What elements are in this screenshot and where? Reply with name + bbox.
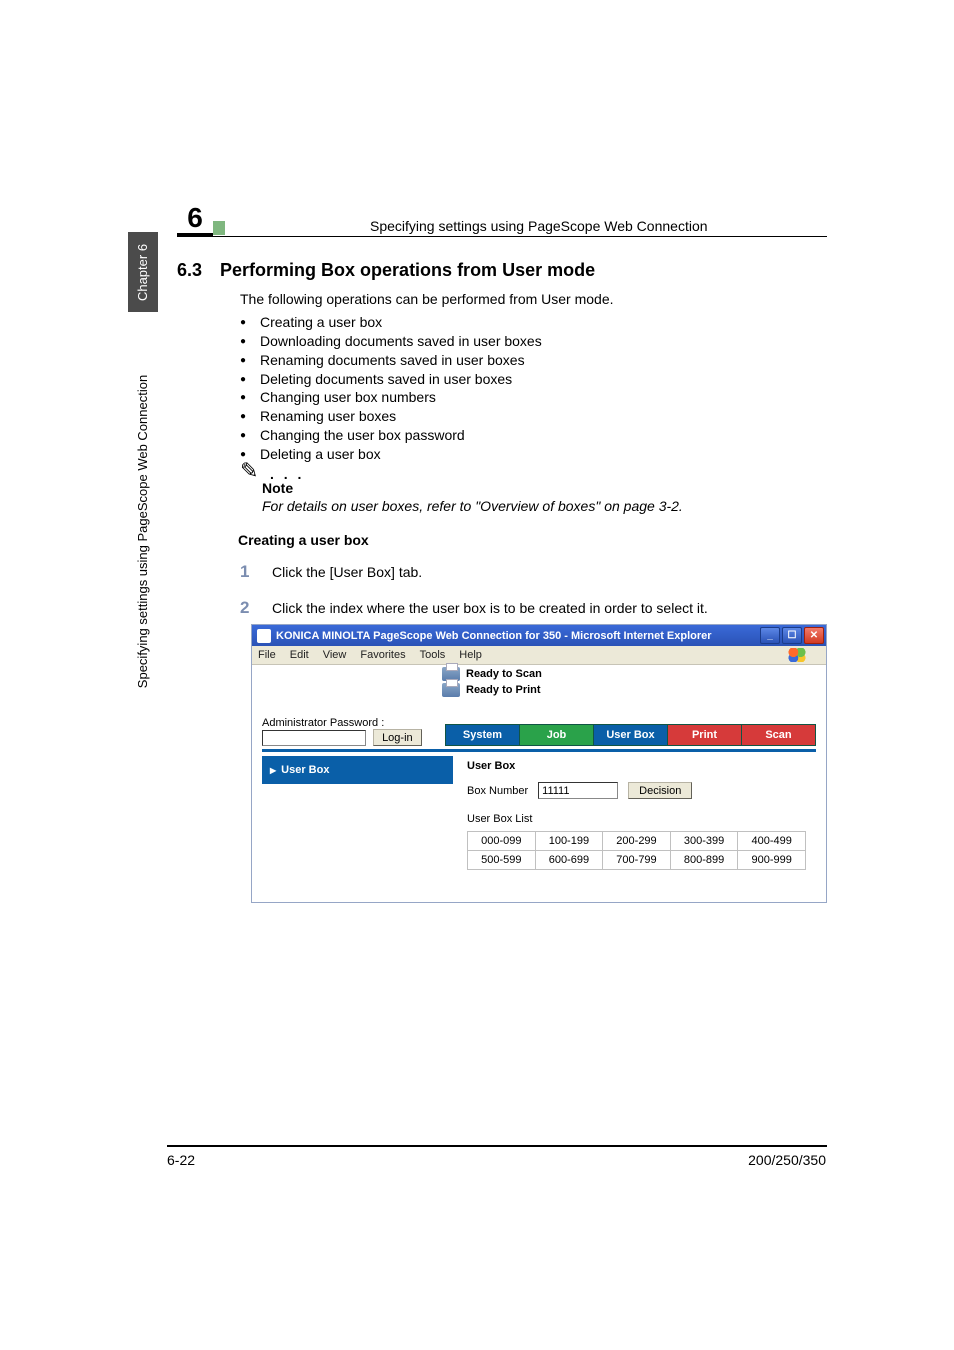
note-label: Note <box>262 480 293 496</box>
bullet-item: Downloading documents saved in user boxe… <box>240 332 825 351</box>
index-cell[interactable]: 000-099 <box>468 832 536 851</box>
bullet-item: Renaming documents saved in user boxes <box>240 351 825 370</box>
running-header: Specifying settings using PageScope Web … <box>370 218 708 234</box>
admin-password-row: Administrator Password : Log-in <box>262 717 437 746</box>
decision-button[interactable]: Decision <box>628 782 692 799</box>
sidebar: Chapter 6 Specifying settings using Page… <box>128 232 158 752</box>
status-block: Ready to Scan Ready to Print <box>262 667 816 697</box>
admin-password-input[interactable] <box>262 730 366 746</box>
index-cell[interactable]: 600-699 <box>535 851 603 870</box>
menu-edit[interactable]: Edit <box>290 649 309 661</box>
bullet-item: Deleting a user box <box>240 445 825 464</box>
chapter-label: Chapter 6 <box>136 243 151 300</box>
status-print: Ready to Print <box>442 683 816 697</box>
box-number-row: Box Number Decision <box>467 782 806 799</box>
header-rule <box>177 236 827 237</box>
side-vertical-title-text: Specifying settings using PageScope Web … <box>136 374 151 687</box>
tab-print[interactable]: Print <box>667 724 742 746</box>
section-title: Performing Box operations from User mode <box>220 260 595 281</box>
tab-underline <box>262 749 816 752</box>
step-number: 2 <box>240 598 252 618</box>
menu-bar: File Edit View Favorites Tools Help <box>252 646 826 665</box>
menu-help[interactable]: Help <box>459 649 482 661</box>
menu-favorites[interactable]: Favorites <box>360 649 405 661</box>
step-text: Click the index where the user box is to… <box>272 600 708 616</box>
embedded-screenshot: KONICA MINOLTA PageScope Web Connection … <box>251 624 827 903</box>
note-text: For details on user boxes, refer to "Ove… <box>262 498 827 514</box>
index-cell[interactable]: 200-299 <box>603 832 671 851</box>
menu-view[interactable]: View <box>323 649 347 661</box>
section-number: 6.3 <box>177 260 202 281</box>
section-intro: The following operations can be performe… <box>240 290 825 309</box>
index-cell[interactable]: 900-999 <box>738 851 806 870</box>
index-cell[interactable]: 100-199 <box>535 832 603 851</box>
admin-password-label: Administrator Password : <box>262 717 437 729</box>
footer-model: 200/250/350 <box>748 1152 826 1168</box>
tab-scan[interactable]: Scan <box>741 724 816 746</box>
index-cell[interactable]: 700-799 <box>603 851 671 870</box>
minimize-button[interactable]: _ <box>760 627 780 644</box>
note-icon: ✎ <box>240 458 258 484</box>
table-row: 500-599 600-699 700-799 800-899 900-999 <box>468 851 806 870</box>
chapter-number: 6 <box>177 200 213 236</box>
status-scan: Ready to Scan <box>442 667 816 681</box>
footer-page-number: 6-22 <box>167 1152 195 1168</box>
bullet-item: Creating a user box <box>240 313 825 332</box>
maximize-button[interactable]: ☐ <box>782 627 802 644</box>
step-1: 1 Click the [User Box] tab. <box>240 562 835 582</box>
section-body: The following operations can be performe… <box>240 290 825 464</box>
subheading: Creating a user box <box>238 532 369 548</box>
close-button[interactable]: ✕ <box>804 627 824 644</box>
login-button[interactable]: Log-in <box>373 729 422 746</box>
panel-title: User Box <box>467 760 806 772</box>
device-icon <box>442 683 460 697</box>
step-2: 2 Click the index where the user box is … <box>240 598 835 618</box>
chapter-tab: Chapter 6 <box>128 232 158 312</box>
main-tab-row: System Job User Box Print Scan <box>445 724 816 746</box>
tab-job[interactable]: Job <box>519 724 594 746</box>
index-page-table: 000-099 100-199 200-299 300-399 400-499 … <box>467 831 806 870</box>
bullet-list: Creating a user box Downloading document… <box>240 313 825 464</box>
step-text: Click the [User Box] tab. <box>272 564 422 580</box>
status-print-text: Ready to Print <box>466 684 541 696</box>
window-app-icon <box>257 629 271 643</box>
window-title: KONICA MINOLTA PageScope Web Connection … <box>276 630 712 642</box>
left-nav-label: User Box <box>281 764 329 776</box>
box-number-label: Box Number <box>467 785 528 797</box>
section-heading: 6.3 Performing Box operations from User … <box>177 260 595 281</box>
index-cell[interactable]: 800-899 <box>670 851 738 870</box>
status-scan-text: Ready to Scan <box>466 668 542 680</box>
step-number: 1 <box>240 562 252 582</box>
box-number-input[interactable] <box>538 782 618 799</box>
bullet-item: Changing user box numbers <box>240 388 825 407</box>
index-cell[interactable]: 500-599 <box>468 851 536 870</box>
menu-file[interactable]: File <box>258 649 276 661</box>
footer-rule <box>167 1145 827 1147</box>
user-box-list-label: User Box List <box>467 813 806 825</box>
side-vertical-title: Specifying settings using PageScope Web … <box>128 316 158 746</box>
chapter-green-accent <box>213 221 225 235</box>
menu-tools[interactable]: Tools <box>420 649 446 661</box>
index-cell[interactable]: 400-499 <box>738 832 806 851</box>
bullet-item: Renaming user boxes <box>240 407 825 426</box>
bullet-item: Deleting documents saved in user boxes <box>240 370 825 389</box>
left-nav-user-box[interactable]: User Box <box>262 756 453 784</box>
windows-logo-icon <box>788 648 806 662</box>
main-panel: User Box Box Number Decision User Box Li… <box>453 756 816 880</box>
tab-user-box[interactable]: User Box <box>593 724 668 746</box>
bullet-item: Changing the user box password <box>240 426 825 445</box>
window-titlebar: KONICA MINOLTA PageScope Web Connection … <box>252 625 826 646</box>
index-cell[interactable]: 300-399 <box>670 832 738 851</box>
table-row: 000-099 100-199 200-299 300-399 400-499 <box>468 832 806 851</box>
tab-system[interactable]: System <box>445 724 520 746</box>
